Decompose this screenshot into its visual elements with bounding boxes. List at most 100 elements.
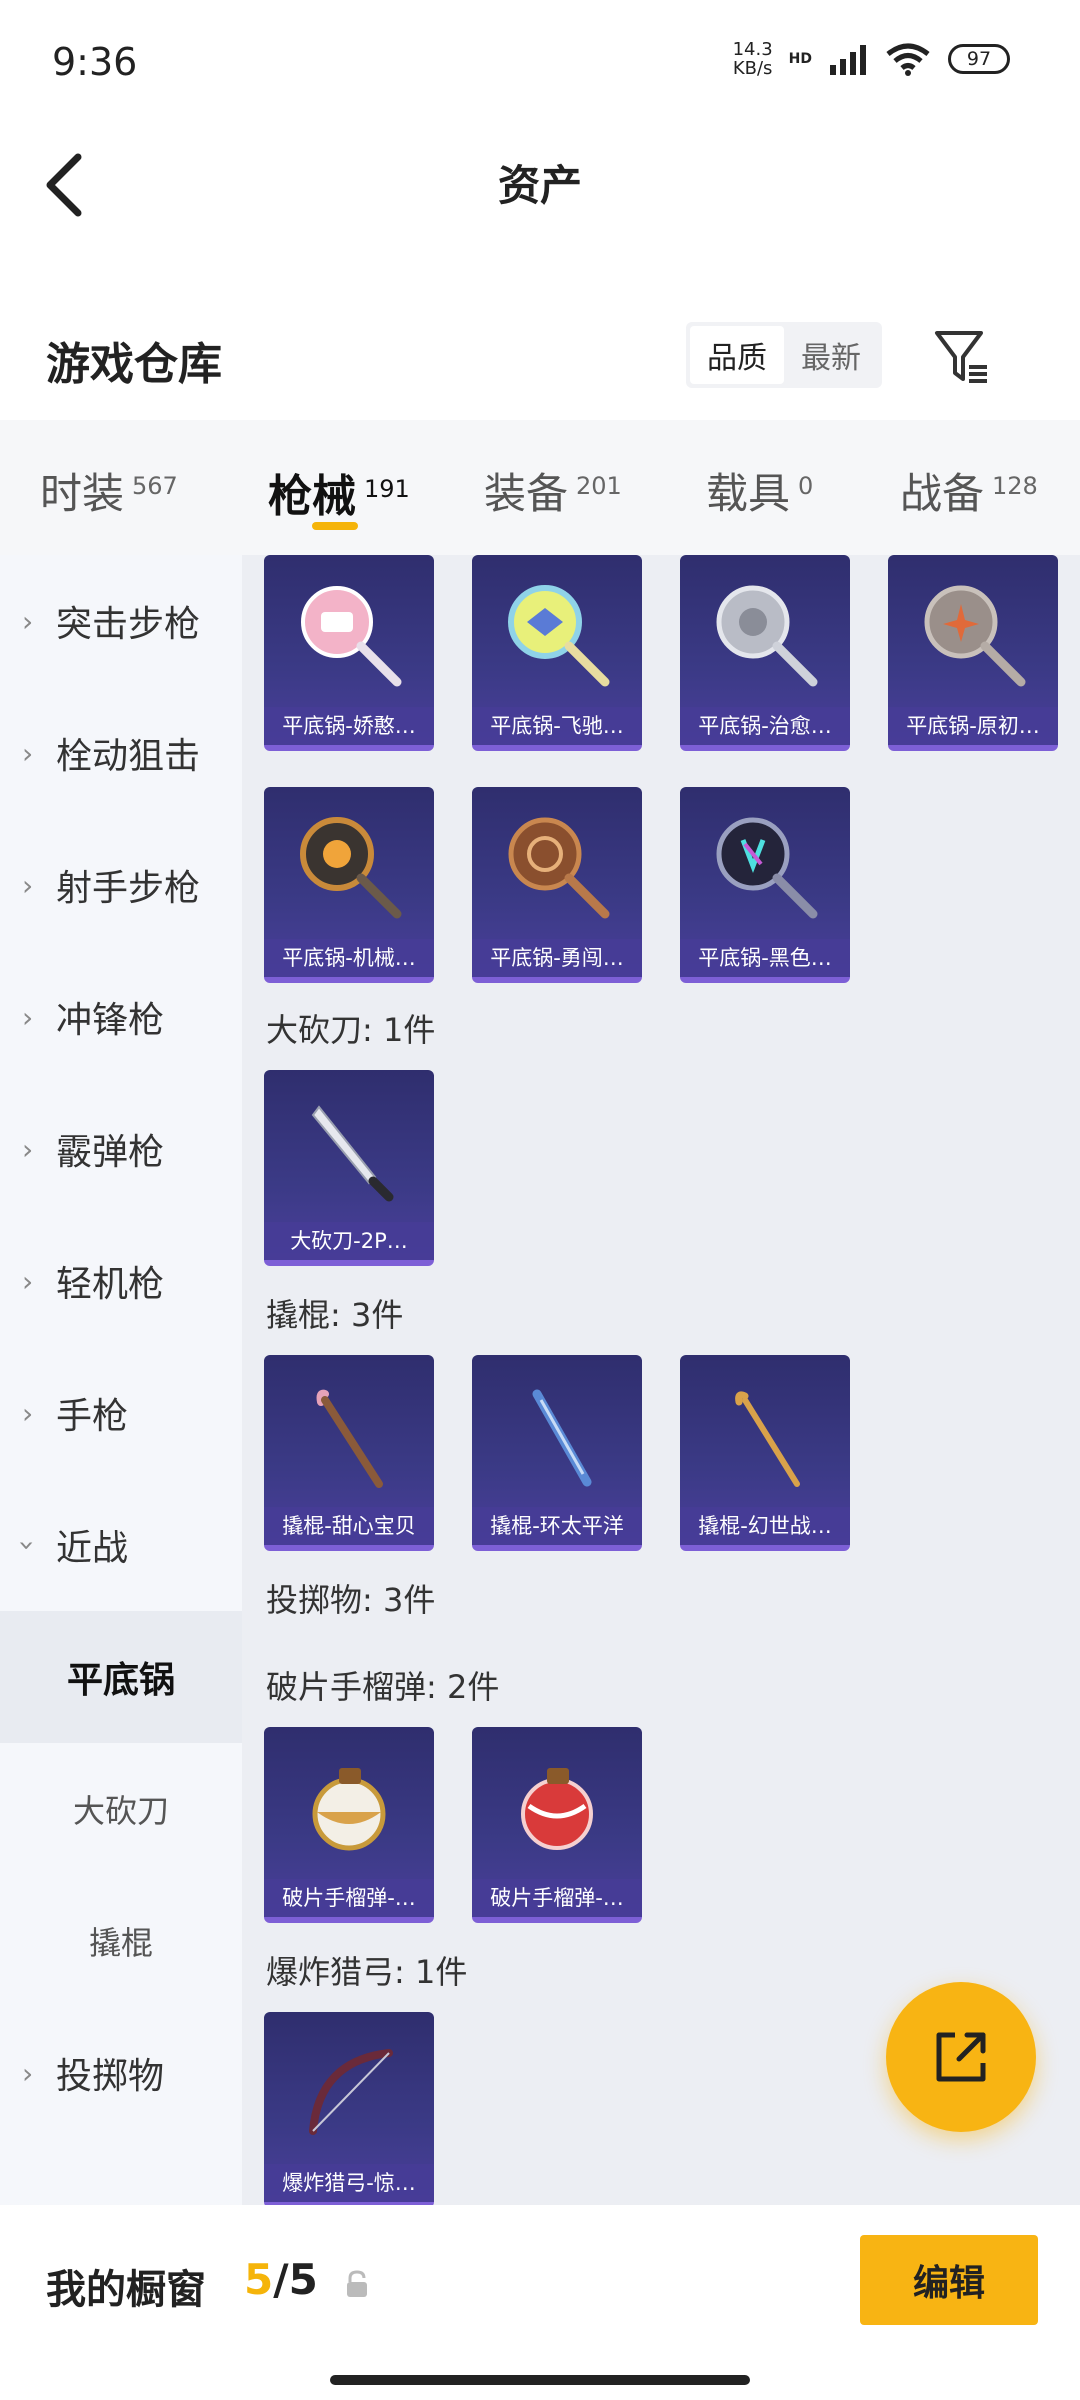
item-name: 平底锅-飞驰…	[472, 707, 642, 745]
item-card[interactable]: 平底锅-娇憨…	[264, 555, 434, 751]
item-name: 平底锅-治愈…	[680, 707, 850, 745]
showcase-bar: 我的橱窗 5/5 编辑	[0, 2205, 1080, 2400]
chevron-down-icon: ›	[11, 1539, 45, 1551]
item-card[interactable]: 破片手榴弹-…	[472, 1727, 642, 1923]
share-icon	[936, 2032, 986, 2082]
sidebar-item-melee[interactable]: › 近战	[0, 1479, 242, 1611]
warehouse-header: 游戏仓库 品质 最新	[0, 300, 1080, 410]
tab-vehicles[interactable]: 载具 0	[706, 460, 813, 521]
sidebar-item-shotgun[interactable]: › 霰弹枪	[0, 1083, 242, 1215]
item-name: 撬棍-甜心宝贝	[264, 1507, 434, 1545]
wifi-icon	[886, 43, 930, 76]
sidebar-item-smg[interactable]: › 冲锋枪	[0, 951, 242, 1083]
warehouse-title: 游戏仓库	[46, 339, 222, 390]
tab-firearms[interactable]: 枪械 191	[268, 460, 410, 524]
item-card[interactable]: 大砍刀-2P…	[264, 1070, 434, 1266]
item-card[interactable]: 撬棍-甜心宝贝	[264, 1355, 434, 1551]
sidebar: › 突击步枪 › 栓动狙击 › 射手步枪 › 冲锋枪 › 霰弹枪 › 轻机枪 ›…	[0, 555, 242, 2205]
showcase-count: 5/5	[244, 2255, 318, 2304]
item-name: 平底锅-黑色…	[680, 939, 850, 977]
pan-black-icon	[680, 787, 850, 945]
sidebar-item-marksman-rifle[interactable]: › 射手步枪	[0, 819, 242, 951]
pan-origin-icon	[888, 555, 1058, 713]
status-bar: 9:36 14.3 KB/s HD 97	[0, 0, 1080, 130]
item-name: 大砍刀-2P…	[264, 1222, 434, 1260]
chevron-right-icon: ›	[22, 736, 34, 770]
group-title: 大砍刀: 1件	[266, 1011, 436, 1049]
pan-mech-icon	[264, 787, 434, 945]
item-name: 平底锅-勇闯…	[472, 939, 642, 977]
chevron-right-icon: ›	[22, 868, 34, 902]
sort-quality-option[interactable]: 品质	[690, 326, 784, 384]
lock-icon	[347, 2270, 367, 2297]
pan-pink-icon	[264, 555, 434, 713]
sidebar-item-pistol[interactable]: › 手枪	[0, 1347, 242, 1479]
filter-button[interactable]	[926, 322, 996, 392]
item-card[interactable]: 破片手榴弹-…	[264, 1727, 434, 1923]
sidebar-sub-machete[interactable]: 大砍刀	[0, 1743, 242, 1875]
group-title: 撬棍: 3件	[266, 1296, 404, 1334]
item-name: 撬棍-幻世战…	[680, 1507, 850, 1545]
sidebar-sub-pan[interactable]: 平底锅	[0, 1611, 242, 1743]
item-card[interactable]: 爆炸猎弓-惊…	[264, 2012, 434, 2205]
pan-racing-icon	[472, 555, 642, 713]
item-name: 平底锅-原初…	[888, 707, 1058, 745]
item-card[interactable]: 撬棍-环太平洋	[472, 1355, 642, 1551]
status-time: 9:36	[52, 40, 138, 84]
chevron-right-icon: ›	[22, 2056, 34, 2090]
chevron-right-icon: ›	[22, 1396, 34, 1430]
chevron-right-icon: ›	[22, 1000, 34, 1034]
item-card[interactable]: 平底锅-勇闯…	[472, 787, 642, 983]
item-name: 破片手榴弹-…	[264, 1879, 434, 1917]
group-title: 投掷物: 3件	[266, 1581, 436, 1619]
bow-icon	[264, 2012, 434, 2170]
sidebar-item-throwables[interactable]: › 投掷物	[0, 2007, 242, 2139]
crowbar-pacific-icon	[472, 1355, 642, 1513]
net-speed: 14.3 KB/s	[732, 39, 773, 79]
item-card[interactable]: 平底锅-原初…	[888, 555, 1058, 751]
item-name: 爆炸猎弓-惊…	[264, 2164, 434, 2202]
grenade-red-icon	[472, 1727, 642, 1885]
share-fab-button[interactable]	[886, 1982, 1036, 2132]
page-title: 资产	[497, 161, 582, 210]
hd-label: HD	[788, 51, 812, 67]
item-card[interactable]: 平底锅-飞驰…	[472, 555, 642, 751]
group-title: 爆炸猎弓: 1件	[266, 1953, 468, 1991]
item-card[interactable]: 平底锅-黑色…	[680, 787, 850, 983]
pan-silver-icon	[680, 555, 850, 713]
item-name: 平底锅-机械…	[264, 939, 434, 977]
sidebar-sub-crowbar[interactable]: 撬棍	[0, 1875, 242, 2007]
chevron-right-icon: ›	[22, 604, 34, 638]
chevron-right-icon: ›	[22, 1264, 34, 1298]
edit-button[interactable]: 编辑	[860, 2235, 1038, 2325]
item-name: 撬棍-环太平洋	[472, 1507, 642, 1545]
sidebar-item-bolt-sniper[interactable]: › 栓动狙击	[0, 687, 242, 819]
crowbar-fantasy-icon	[680, 1355, 850, 1513]
tab-fashion[interactable]: 时装 567	[40, 460, 178, 521]
group-title: 破片手榴弹: 2件	[266, 1668, 500, 1706]
grenade-gold-icon	[264, 1727, 434, 1885]
nav-bar: 资产	[0, 130, 1080, 240]
machete-icon	[264, 1070, 434, 1228]
filter-icon	[935, 331, 987, 383]
sort-toggle: 品质 最新	[686, 322, 882, 388]
chevron-right-icon: ›	[22, 1132, 34, 1166]
item-card[interactable]: 平底锅-机械…	[264, 787, 434, 983]
battery-indicator: 97	[948, 44, 1010, 74]
sidebar-item-lmg[interactable]: › 轻机枪	[0, 1215, 242, 1347]
item-card[interactable]: 平底锅-治愈…	[680, 555, 850, 751]
crowbar-sweet-icon	[264, 1355, 434, 1513]
item-card[interactable]: 撬棍-幻世战…	[680, 1355, 850, 1551]
sort-newest-option[interactable]: 最新	[784, 326, 878, 384]
item-name: 破片手榴弹-…	[472, 1879, 642, 1917]
active-tab-indicator	[312, 522, 358, 530]
item-grid: 平底锅-娇憨… 平底锅-飞驰… 平底锅-治愈… 平底锅-原初… 平底锅-机械… …	[242, 555, 1080, 2205]
signal-icon	[830, 45, 866, 75]
tab-equipment[interactable]: 装备 201	[484, 460, 622, 521]
sidebar-item-assault-rifle[interactable]: › 突击步枪	[0, 555, 242, 687]
showcase-label: 我的橱窗	[46, 2267, 206, 2313]
item-name: 平底锅-娇憨…	[264, 707, 434, 745]
category-tabs: 时装 567 枪械 191 装备 201 载具 0 战备 128	[0, 420, 1080, 555]
tab-battle-gear[interactable]: 战备 128	[900, 460, 1038, 521]
home-indicator	[330, 2375, 750, 2385]
